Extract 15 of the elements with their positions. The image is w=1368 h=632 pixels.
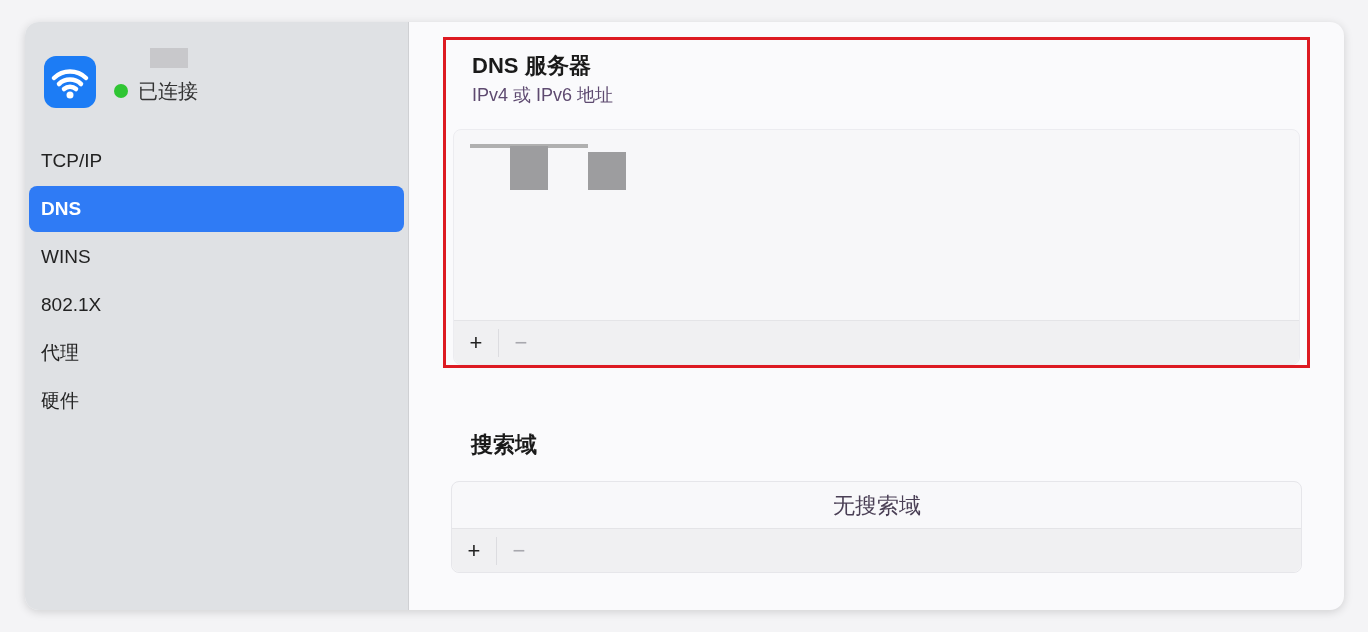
sidebar-item[interactable]: 代理 <box>29 330 404 376</box>
sidebar-item[interactable]: 硬件 <box>29 378 404 424</box>
wifi-icon <box>44 56 96 108</box>
sidebar-item[interactable]: TCP/IP <box>29 138 404 184</box>
empty-list-text: 无搜索域 <box>832 491 921 520</box>
redaction-block <box>150 48 188 68</box>
add-button[interactable]: + <box>454 320 498 365</box>
add-button[interactable]: + <box>452 528 496 573</box>
section-title: 搜索域 <box>471 431 538 459</box>
section-title: DNS 服务器 <box>472 52 592 80</box>
sidebar-item[interactable]: DNS <box>29 186 404 232</box>
sidebar-item[interactable]: 802.1X <box>29 282 404 328</box>
sidebar-item[interactable]: WINS <box>29 234 404 280</box>
section-subtitle: IPv4 或 IPv6 地址 <box>472 84 615 107</box>
connection-status: 已连接 <box>138 79 198 104</box>
